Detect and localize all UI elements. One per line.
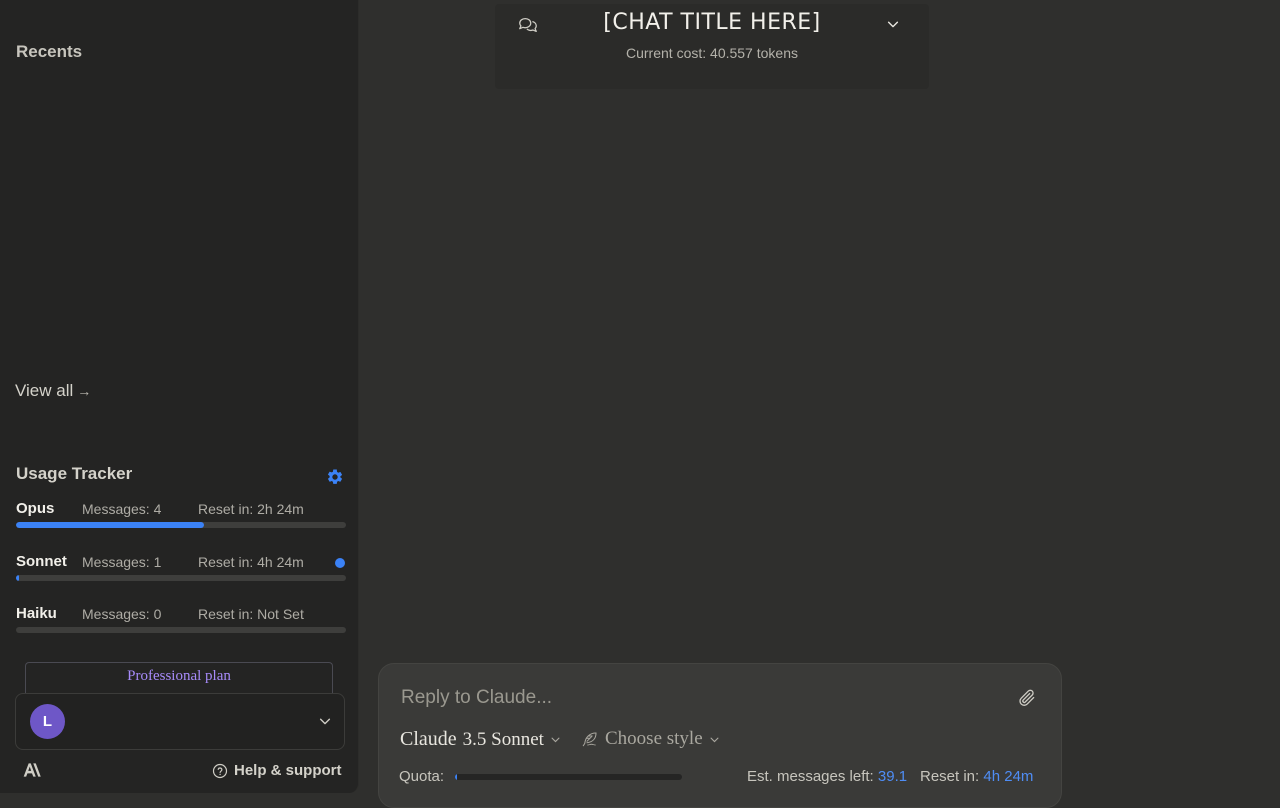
usage-progress-fill [16,575,20,581]
user-menu-button[interactable]: L [15,693,345,750]
composer: Claude 3.5 Sonnet Choose style Quota: Es… [378,663,1062,808]
chevron-down-icon [551,737,560,743]
chat-header: [CHAT TITLE HERE] Current cost: 40.557 t… [495,4,929,89]
usage-row-sonnet: Sonnet Messages: 1 Reset in: 4h 24m [16,553,346,589]
chevron-down-icon [710,737,719,742]
usage-progress-fill [16,522,205,528]
usage-row-opus: Opus Messages: 4 Reset in: 2h 24m [16,500,346,536]
view-all-label: View all [15,381,74,400]
reset-time: Reset in: 2h 24m [198,501,304,517]
chevron-down-icon [319,718,331,725]
plan-badge: Professional plan [25,662,333,694]
quota-reset: Reset in: 4h 24m [920,768,1033,785]
quota-progress-fill [455,774,458,780]
message-count: Messages: 0 [82,606,162,622]
message-count: Messages: 1 [82,554,162,570]
reset-time: Reset in: 4h 24m [198,554,304,570]
quota-label: Quota: [399,768,445,785]
estimated-messages: Est. messages left: 39.1 [747,768,907,785]
anthropic-logo-icon[interactable] [22,762,42,778]
question-circle-icon [212,763,228,778]
view-all-link[interactable]: View all → [15,381,91,401]
usage-tracker-title: Usage Tracker [16,464,133,483]
reset-time: Reset in: Not Set [198,606,304,622]
active-model-indicator [335,558,345,568]
sidebar: Recents View all → Usage Tracker Opus Me… [0,0,359,793]
usage-progress-bar [16,575,346,581]
paperclip-icon[interactable] [1017,688,1037,708]
model-name: Haiku [16,605,57,622]
arrow-right-icon: → [77,383,92,399]
quota-progress-bar [455,774,682,780]
style-selector[interactable]: Choose style [581,728,720,750]
model-selector-name: Claude [400,728,457,750]
help-support-link[interactable]: Help & support [212,762,342,779]
chat-title[interactable]: [CHAT TITLE HERE] [495,10,929,35]
model-name: Opus [16,500,55,517]
token-cost: Current cost: 40.557 tokens [626,45,798,61]
quota-reset-label: Reset in: [920,768,980,785]
style-selector-label: Choose style [605,728,703,749]
usage-row-haiku: Haiku Messages: 0 Reset in: Not Set [16,605,346,641]
model-selector-version: 3.5 Sonnet [462,729,544,750]
recents-title: Recents [16,42,83,61]
chevron-down-icon[interactable] [886,17,900,31]
message-count: Messages: 4 [82,501,162,517]
model-name: Sonnet [16,553,67,570]
reply-input[interactable] [399,684,1003,712]
gear-icon[interactable] [326,468,344,486]
avatar: L [30,704,65,739]
est-messages-value: 39.1 [877,768,908,785]
feather-pen-icon [582,732,597,747]
est-messages-label: Est. messages left: [747,768,874,785]
usage-progress-bar [16,627,346,633]
model-selector[interactable]: Claude 3.5 Sonnet [400,728,561,751]
usage-progress-bar [16,522,346,528]
help-support-label: Help & support [234,762,342,779]
quota-reset-value: 4h 24m [983,768,1034,785]
